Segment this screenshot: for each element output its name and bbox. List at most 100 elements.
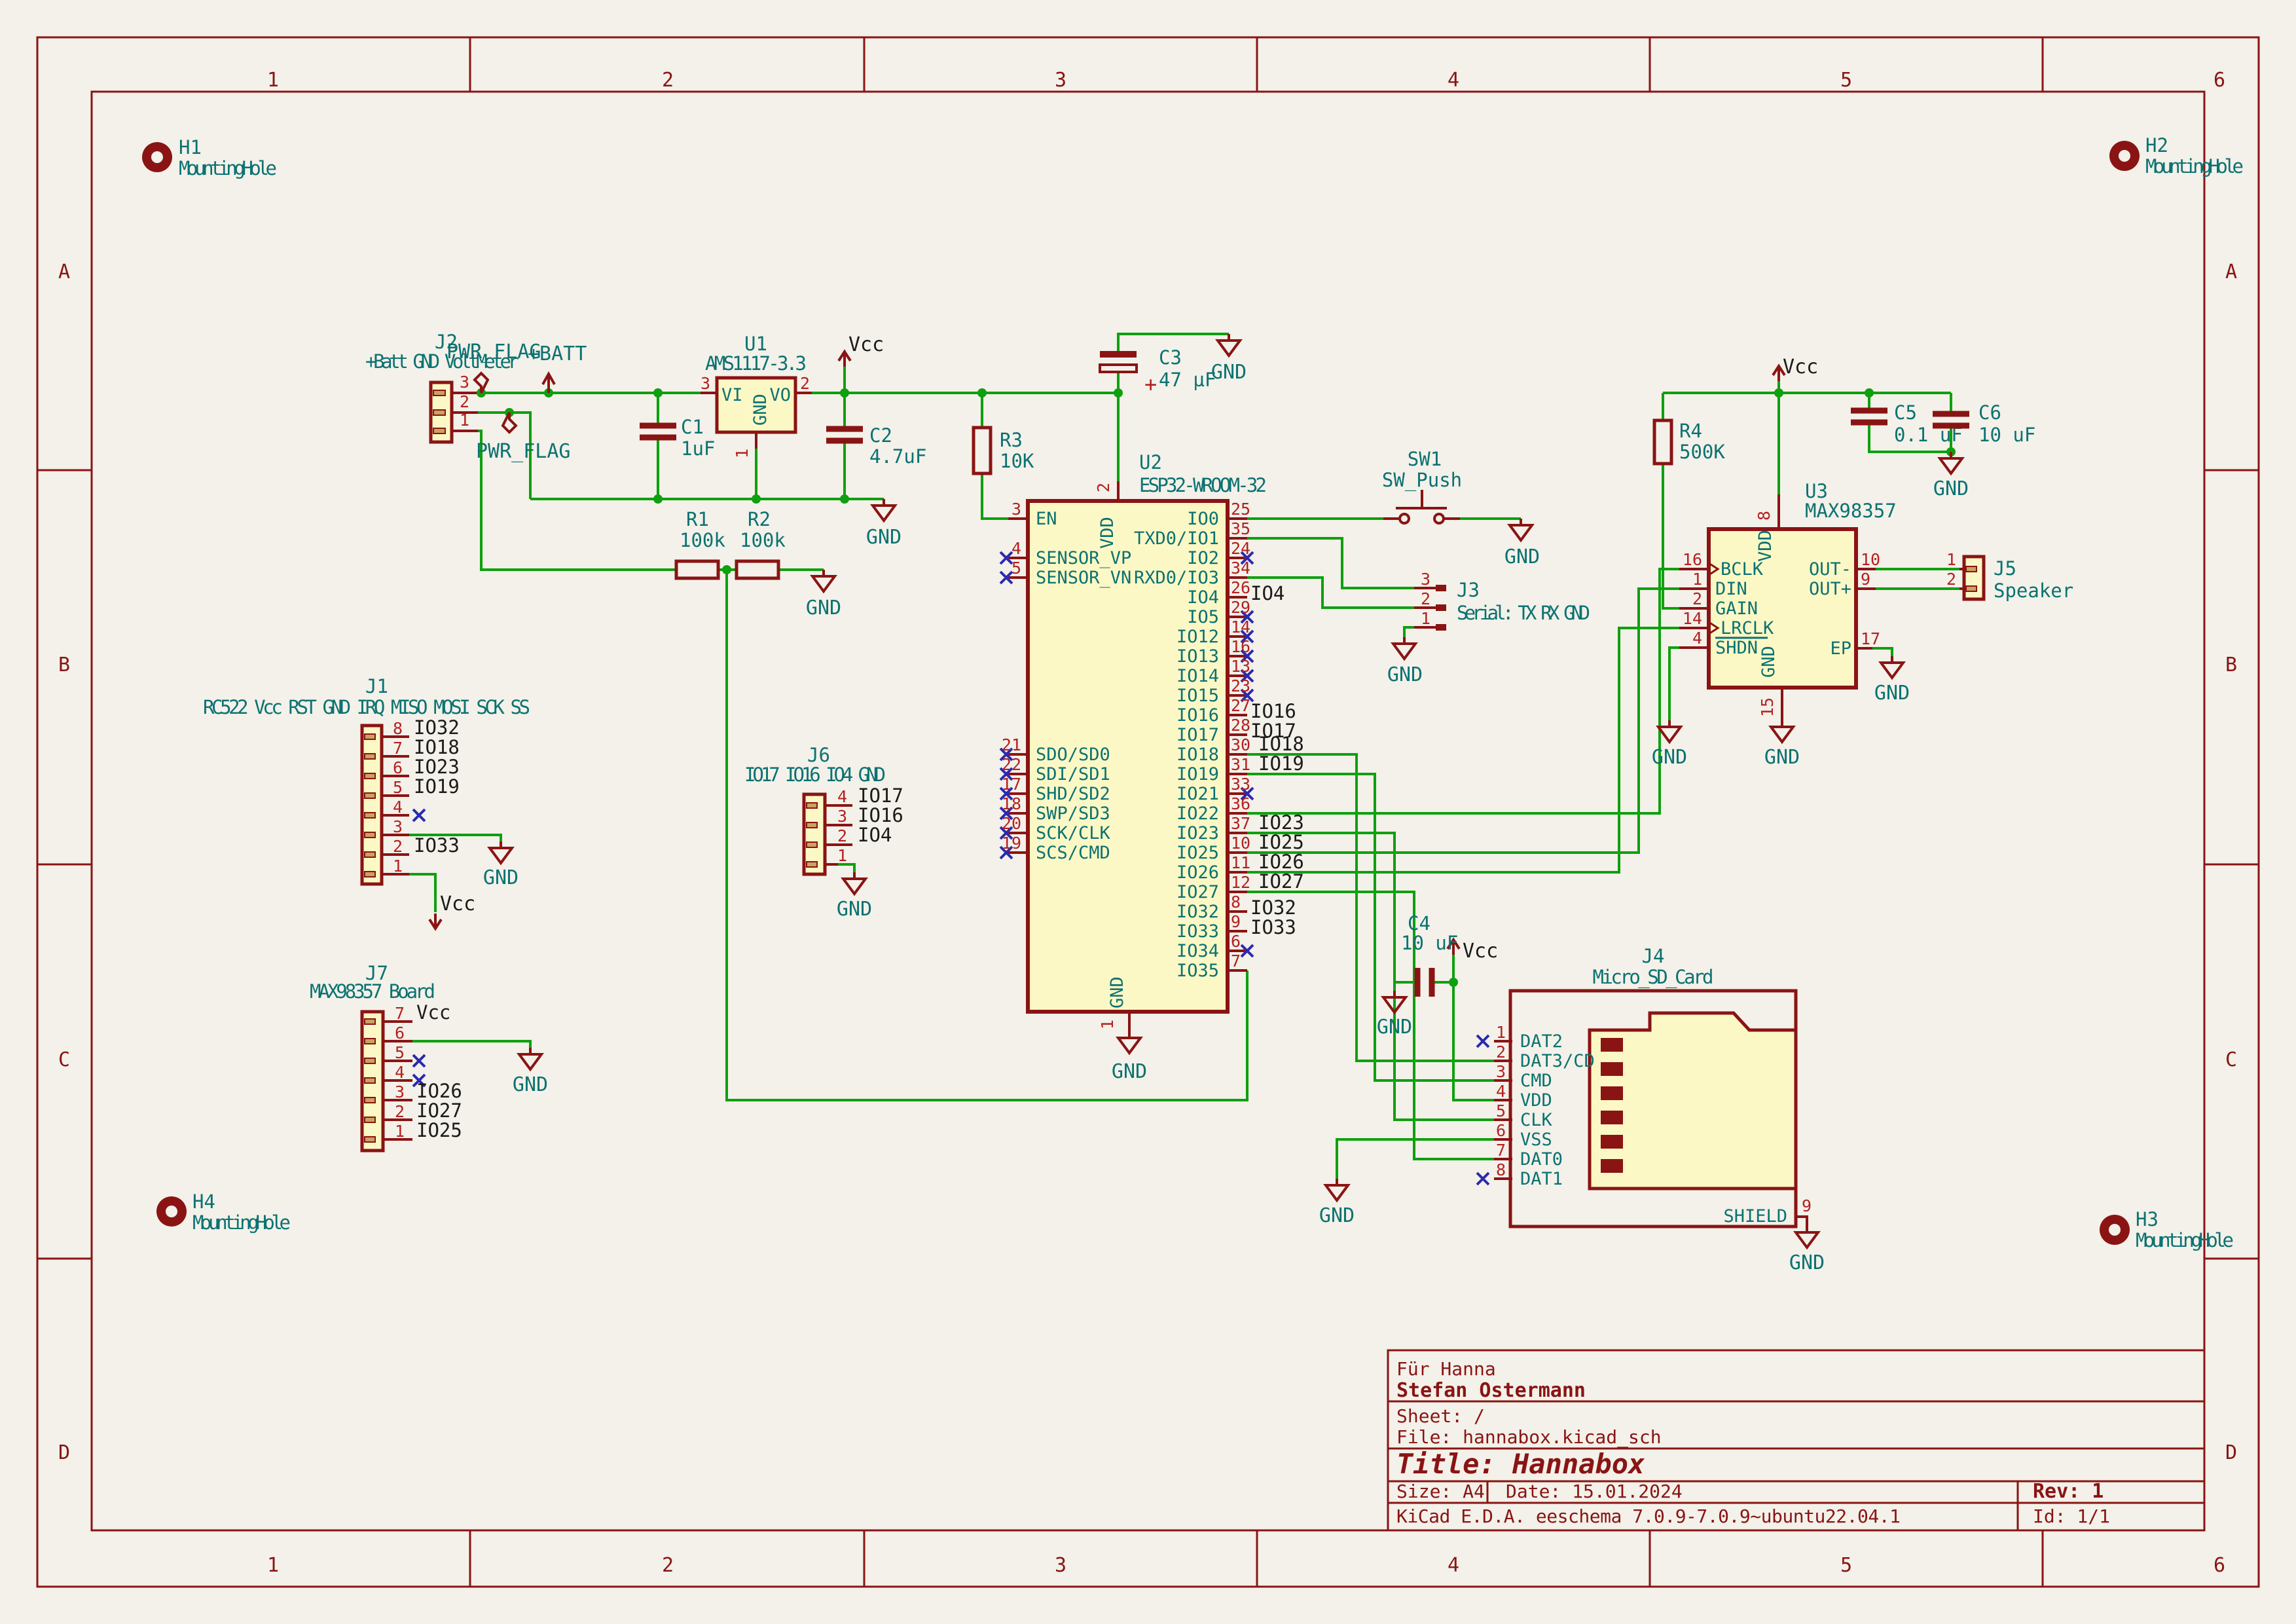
title-size: Size: A4 <box>1396 1481 1485 1502</box>
schematic-canvas[interactable]: 1 2 3 4 5 6 1 2 3 4 5 6 A B C D A B C D … <box>0 0 2296 1624</box>
c2-ref: C2 <box>869 424 892 447</box>
pin-num: 1 <box>395 1122 405 1141</box>
pwr-flag-icon[interactable] <box>503 413 516 432</box>
pin-name: IO25 <box>1176 843 1219 863</box>
title-author: Stefan Ostermann <box>1396 1379 1586 1402</box>
pin-name: VO <box>769 385 791 405</box>
frame-col: 3 <box>1055 69 1066 92</box>
h3-value: MountingHole <box>2136 1229 2234 1251</box>
pin-num: 3 <box>701 374 710 393</box>
pin-name: VSS <box>1520 1130 1552 1150</box>
pin-num: 3 <box>1011 500 1021 519</box>
pin-num: 16 <box>1231 637 1250 656</box>
pin-name: IO16 <box>1176 705 1219 726</box>
component-h2[interactable]: H2 MountingHole <box>2109 134 2244 177</box>
component-h3[interactable]: H3 MountingHole <box>2100 1208 2234 1251</box>
component-j3[interactable]: 3 2 1 J3 Serial: TX RX GND <box>1421 570 1590 631</box>
component-j5[interactable]: 1 2 J5 Speaker <box>1946 550 2073 602</box>
pin-num: 1 <box>837 846 847 865</box>
title-id: Id: 1/1 <box>2033 1505 2110 1527</box>
pin-num: 8 <box>393 719 403 738</box>
pin-num: 6 <box>1231 932 1241 951</box>
pin-num: 2 <box>393 837 403 856</box>
component-r3[interactable]: R3 10K <box>974 428 1034 473</box>
c1-ref: C1 <box>681 416 704 438</box>
pin-num: 31 <box>1231 755 1250 774</box>
r4-ref: R4 <box>1679 420 1702 442</box>
pin-num: 5 <box>1496 1101 1506 1120</box>
pin-num: 9 <box>1861 570 1870 589</box>
j2-ref: J2 <box>435 331 458 353</box>
pin-name: IO35 <box>1176 961 1219 981</box>
pwr-flag-icon[interactable] <box>475 373 488 393</box>
pin-num: 29 <box>1231 598 1250 617</box>
component-j1[interactable]: J1 RC522 Vcc RST GND IRQ MISO MOSI SCK S… <box>203 675 530 884</box>
u3-value: MAX98357 <box>1805 500 1897 522</box>
pin-num: 3 <box>1421 570 1430 589</box>
pin-num: 5 <box>1011 559 1021 578</box>
component-c1[interactable]: C1 1uF <box>640 416 715 460</box>
component-sw1[interactable]: SW1 SW_Push <box>1382 448 1462 523</box>
pin-num: 8 <box>1231 893 1241 912</box>
pin-name: IO19 <box>1176 764 1219 784</box>
pin-name: IO23 <box>1176 823 1219 843</box>
pin-name: VI <box>721 385 743 405</box>
title-tool: KiCad E.D.A. eeschema 7.0.9-7.0.9~ubuntu… <box>1396 1505 1901 1527</box>
batt-power-icon[interactable] <box>543 374 555 393</box>
gnd-label: GND <box>483 866 519 889</box>
component-h4[interactable]: H4 MountingHole <box>156 1190 291 1234</box>
pin-num: 7 <box>1496 1141 1506 1160</box>
pin-num: 1 <box>1098 1020 1117 1029</box>
h4-value: MountingHole <box>192 1211 291 1234</box>
pin-name: CLK <box>1520 1110 1553 1130</box>
c6-ref: C6 <box>1978 401 2001 424</box>
pin-name: GND <box>750 394 771 426</box>
c3-polarity: + <box>1144 372 1157 397</box>
title-rev: Rev: 1 <box>2033 1480 2104 1503</box>
component-r4[interactable]: R4 500K <box>1654 420 1725 464</box>
component-j4[interactable]: J4 Micro_SD_Card 1 DAT2 2 DAT3/CD 3 CMD … <box>1496 945 1812 1227</box>
net-label: IO4 <box>858 824 892 846</box>
component-h1[interactable]: H1 MountingHole <box>142 136 277 179</box>
c6-value: 10 uF <box>1978 424 2035 446</box>
net-label: IO19 <box>1258 752 1304 775</box>
pin-num: 6 <box>393 758 403 777</box>
h2-value: MountingHole <box>2145 155 2244 177</box>
j1-ref: J1 <box>365 675 388 697</box>
component-r1[interactable]: R1 100k <box>676 508 725 578</box>
pin-num: 2 <box>1496 1043 1506 1061</box>
vcc-power-icon[interactable] <box>429 913 441 929</box>
c5-ref: C5 <box>1894 401 1917 424</box>
j7-value: MAX98357 Board <box>310 980 435 1003</box>
r2-value: 100k <box>740 529 786 551</box>
pin-name: IO13 <box>1176 646 1219 667</box>
pin-num: 4 <box>395 1063 405 1082</box>
net-label: IO32 <box>1250 896 1296 919</box>
gnd-label: GND <box>1652 746 1687 769</box>
h1-ref: H1 <box>179 136 202 158</box>
net-label: IO33 <box>1250 916 1296 938</box>
net-label: IO4 <box>1250 582 1285 604</box>
pin-num: 7 <box>393 739 403 758</box>
frame-row: B <box>58 654 70 676</box>
component-r2[interactable]: R2 100k <box>737 508 786 578</box>
pin-num: 2 <box>1692 589 1702 608</box>
component-j6[interactable]: J6 IO17 IO16 IO4 GND 4 IO17 3 IO16 2 IO4… <box>744 744 903 874</box>
net-label: IO18 <box>1258 733 1304 755</box>
c1-value: 1uF <box>681 437 715 460</box>
component-u3[interactable]: U3 MAX98357 VDD 8 GND 15 16 BCLK 1 DIN 2… <box>1683 480 1897 717</box>
component-c2[interactable]: C2 4.7uF <box>826 424 926 468</box>
frame-row: C <box>58 1048 70 1071</box>
component-j7[interactable]: J7 MAX98357 Board 7 Vcc 6 5 4 3 IO26 2 I… <box>310 962 462 1151</box>
pin-name: OUT+ <box>1809 579 1851 599</box>
pin-name: EN <box>1036 509 1057 529</box>
pin-num: 1 <box>1946 550 1956 569</box>
pin-name: IO5 <box>1187 607 1219 627</box>
pin-name: SHIELD <box>1723 1206 1787 1227</box>
pin-num: 11 <box>1231 853 1250 872</box>
frame-col: 4 <box>1448 1554 1459 1577</box>
pin-name: IO34 <box>1176 941 1219 961</box>
vcc-label: Vcc <box>440 893 475 915</box>
pin-num: 1 <box>1496 1023 1506 1042</box>
frame-row: B <box>2225 654 2237 676</box>
